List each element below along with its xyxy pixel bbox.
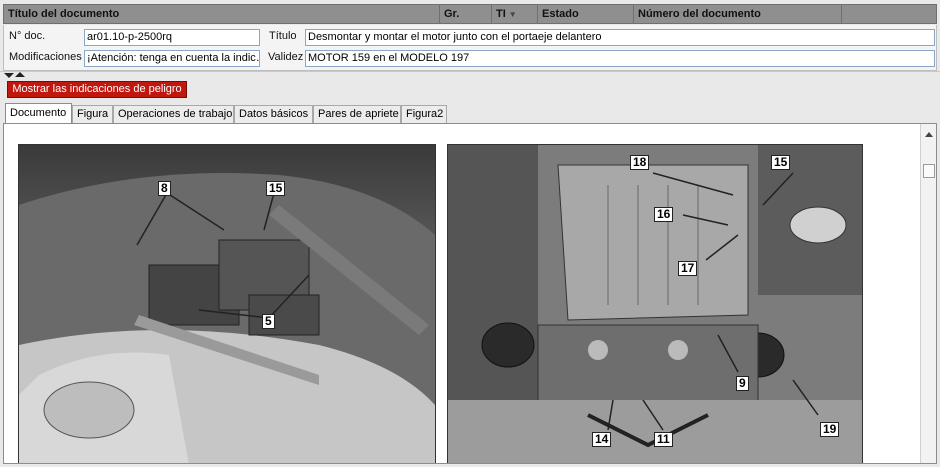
sort-desc-icon: ▼: [508, 10, 517, 19]
tab-documento[interactable]: Documento: [5, 103, 72, 124]
collapse-up-icon[interactable]: [15, 72, 25, 77]
validity-field[interactable]: MOTOR 159 en el MODELO 197: [305, 50, 935, 67]
callout-8[interactable]: 8: [158, 181, 171, 196]
column-header-docnum[interactable]: Número del documento: [634, 5, 842, 23]
engine-bay-figure-left: 8 15 5: [18, 144, 436, 463]
column-title-label: Título del documento: [8, 8, 120, 20]
column-ti-label: TI: [496, 8, 506, 20]
callout-9[interactable]: 9: [736, 376, 749, 391]
callout-17[interactable]: 17: [678, 261, 698, 276]
column-header-empty: [842, 5, 936, 23]
callout-11[interactable]: 11: [654, 432, 673, 447]
callout-15[interactable]: 15: [771, 155, 791, 170]
tab-pares-de-apriete[interactable]: Pares de apriete: [313, 105, 401, 123]
title-label: Título: [269, 30, 297, 42]
tab-operaciones-de-trabajo[interactable]: Operaciones de trabajo: [113, 105, 234, 123]
column-status-label: Estado: [542, 8, 579, 20]
modifications-field[interactable]: ¡Atención: tenga en cuenta la indic…: [84, 50, 260, 67]
show-hazard-warnings-button[interactable]: Mostrar las indicaciones de peligro: [7, 81, 187, 98]
callout-18[interactable]: 18: [630, 155, 650, 170]
document-content: 8 15 5 18 15 16 17 9 19 14 11: [3, 123, 937, 464]
engine-bay-figure-right: 18 15 16 17 9 19 14 11: [447, 144, 863, 463]
panel-splitter[interactable]: [0, 71, 940, 80]
callout-14[interactable]: 14: [592, 432, 612, 447]
document-metadata-panel: N° doc. ar01.10-p-2500rq Título Desmonta…: [3, 25, 937, 71]
validity-label: Validez: [268, 51, 304, 63]
vertical-scrollbar[interactable]: [920, 124, 936, 463]
title-field[interactable]: Desmontar y montar el motor junto con el…: [305, 29, 935, 46]
column-header-status[interactable]: Estado: [538, 5, 634, 23]
column-header-ti[interactable]: TI ▼: [492, 5, 538, 23]
scroll-up-icon[interactable]: [925, 132, 933, 137]
modifications-label: Modificaciones: [9, 51, 82, 63]
column-group-label: Gr.: [444, 8, 460, 20]
document-list-header: Título del documento Gr. TI ▼ Estado Núme…: [3, 4, 937, 24]
column-header-title[interactable]: Título del documento: [4, 5, 440, 23]
tab-figura[interactable]: Figura: [72, 105, 113, 123]
tab-figura2[interactable]: Figura2: [401, 105, 447, 123]
scroll-thumb[interactable]: [923, 164, 935, 178]
docnum-label: N° doc.: [9, 30, 46, 42]
callout-19[interactable]: 19: [820, 422, 840, 437]
column-header-group[interactable]: Gr.: [440, 5, 492, 23]
engine-bay-illustration-right: [448, 145, 862, 463]
tab-datos-basicos[interactable]: Datos básicos: [234, 105, 313, 123]
collapse-down-icon[interactable]: [4, 73, 14, 78]
callout-5[interactable]: 5: [262, 314, 275, 329]
docnum-field[interactable]: ar01.10-p-2500rq: [84, 29, 260, 46]
callout-16[interactable]: 16: [654, 207, 674, 222]
callout-15[interactable]: 15: [266, 181, 286, 196]
engine-bay-illustration-left: [19, 145, 435, 463]
column-docnum-label: Número del documento: [638, 8, 761, 20]
